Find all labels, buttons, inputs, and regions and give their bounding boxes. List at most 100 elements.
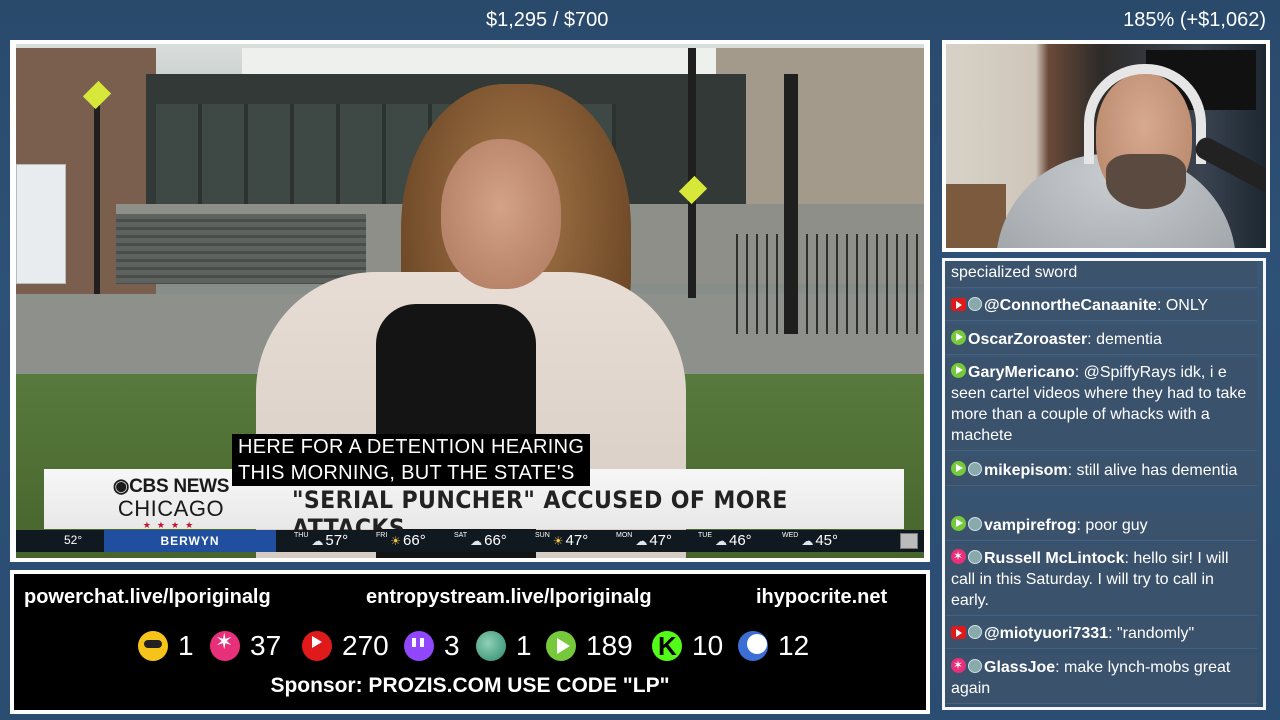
- forecast-day: WED ☁ 45°: [782, 532, 839, 549]
- reporter-face: [441, 139, 561, 289]
- kick-splat-icon: [210, 629, 240, 661]
- donation-goal: $1,295 / $700: [486, 9, 609, 31]
- station-icon: [900, 533, 918, 549]
- rumble-icon: [546, 631, 576, 661]
- rumble-icon: [951, 461, 966, 476]
- news-video[interactable]: ◉CBS NEWS CHICAGO ★★★★ "SERIAL PUNCHER" …: [16, 44, 924, 558]
- webcam-frame: [942, 40, 1270, 252]
- current-temp: 52°: [64, 533, 83, 547]
- chat-message: vampirefrog: poor guy: [945, 511, 1257, 541]
- viewer-stats: 1 37 270 3 1 189 10 12: [14, 626, 926, 666]
- chat-list[interactable]: specialized sword @ConnortheCanaanite: O…: [945, 261, 1263, 707]
- rumble-icon: [951, 330, 966, 345]
- forecast-day: SAT ☁ 66°: [454, 532, 507, 549]
- info-panel: powerchat.live/lporiginalg entropystream…: [10, 570, 930, 714]
- chat-message: GlassJoe: make lynch-mobs great again: [945, 653, 1257, 704]
- stat-rumble: 189: [546, 626, 633, 666]
- logo-line1: ◉CBS NEWS: [112, 476, 230, 497]
- chat-username[interactable]: mikepisom: [984, 462, 1068, 479]
- cloud-icon: ☁: [311, 534, 324, 548]
- chat-message: specialized sword: [945, 261, 1257, 288]
- chat-username[interactable]: Russell McLintock: [984, 550, 1124, 567]
- stat-youtube: 270: [302, 626, 389, 666]
- chat-text: specialized sword: [951, 264, 1078, 281]
- sign-pole: [94, 94, 100, 294]
- cloud-icon: ☁: [801, 534, 814, 548]
- info-panel-inner: powerchat.live/lporiginalg entropystream…: [14, 574, 926, 710]
- stat-moon: 12: [738, 626, 809, 666]
- chat-username[interactable]: vampirefrog: [984, 517, 1076, 534]
- goal-percent: 185% (+$1,062): [1123, 9, 1266, 31]
- weather-ticker: 52° BERWYN THU ☁ 57° FRI ☀ 66° SAT ☁ 66° SUN ☀ 4…: [16, 530, 924, 552]
- forecast-day: SUN ☀ 47°: [535, 532, 589, 549]
- ihypocrite-link[interactable]: ihypocrite.net: [756, 586, 887, 609]
- globe-icon: [476, 631, 506, 661]
- avatar: [968, 297, 982, 311]
- chat-message: mikepisom: still alive has dementia: [945, 456, 1257, 486]
- youtube-icon: [951, 626, 966, 639]
- cloud-icon: ☁: [470, 534, 483, 548]
- twitch-icon: [404, 631, 434, 661]
- cloud-icon: ☁: [715, 534, 727, 548]
- stat-globe: 1: [476, 626, 532, 666]
- chat-username[interactable]: GaryMericano: [968, 364, 1075, 381]
- kick-icon: [951, 546, 966, 567]
- sun-icon: ☀: [552, 534, 564, 548]
- chat-text: : still alive has dementia: [1067, 462, 1238, 479]
- stat-kick: 10: [652, 626, 723, 666]
- chat-username[interactable]: GlassJoe: [984, 659, 1055, 676]
- chat-username[interactable]: OscarZoroaster: [968, 331, 1087, 348]
- stat-twitch: 3: [404, 626, 460, 666]
- top-bar: $1,295 / $700 185% (+$1,062): [0, 0, 1280, 40]
- caption-line-2: THIS MORNING, BUT THE STATE'S: [238, 462, 575, 484]
- avatar: [968, 625, 982, 639]
- sponsor-text: Sponsor: PROZIS.COM USE CODE "LP": [270, 674, 670, 697]
- logo-line2: CHICAGO: [117, 496, 225, 521]
- cloud-icon: ☁: [635, 534, 648, 548]
- chat-text: : dementia: [1087, 331, 1162, 348]
- stat-among-us: 1: [138, 626, 194, 666]
- forecast-day: THU ☁ 57°: [294, 532, 349, 549]
- stairs: [116, 214, 366, 284]
- powerchat-link[interactable]: powerchat.live/lporiginalg: [24, 586, 271, 609]
- forecast-day: MON ☁ 47°: [616, 532, 673, 549]
- forecast-day: FRI ☀ 66°: [376, 532, 426, 549]
- youtube-icon: [951, 298, 966, 311]
- chat-username[interactable]: @ConnortheCanaanite: [984, 297, 1157, 314]
- kick-icon: [951, 655, 966, 676]
- chat-message: @miotyuori7331: "randomly": [945, 619, 1257, 649]
- fence: [736, 234, 924, 334]
- chat-message: Russell McLintock: hello sir! I will cal…: [945, 544, 1257, 616]
- youtube-icon: [302, 631, 332, 661]
- among-us-icon: [138, 631, 168, 661]
- post: [784, 74, 798, 334]
- chat-message: GaryMericano: @SpiffyRays idk, i e seen …: [945, 358, 1257, 451]
- news-video-frame[interactable]: ◉CBS NEWS CHICAGO ★★★★ "SERIAL PUNCHER" …: [10, 40, 930, 562]
- moon-icon: [738, 631, 768, 661]
- rumble-icon: [951, 516, 966, 531]
- sun-icon: ☀: [390, 534, 402, 548]
- caption-line-1: HERE FOR A DETENTION HEARING: [238, 436, 585, 458]
- closed-caption: HERE FOR A DETENTION HEARING THIS MORNIN…: [232, 434, 591, 486]
- avatar: [968, 517, 982, 531]
- forecast-day: TUE ☁ 46°: [698, 532, 752, 549]
- rumble-icon: [951, 363, 966, 378]
- light-pole: [688, 48, 696, 298]
- floor: [946, 184, 1006, 248]
- avatar: [968, 550, 982, 564]
- chat-message: OscarZoroaster: dementia: [945, 325, 1257, 355]
- kick-k-icon: [652, 631, 682, 661]
- cbs-news-chicago-logo: ◉CBS NEWS CHICAGO ★★★★: [96, 475, 246, 531]
- chat-message: @ConnortheCanaanite: ONLY: [945, 291, 1257, 321]
- webcam-feed: [946, 44, 1266, 248]
- chat-text: : ONLY: [1156, 297, 1209, 314]
- avatar: [968, 462, 982, 476]
- entropystream-link[interactable]: entropystream.live/lporiginalg: [366, 586, 652, 609]
- chat-panel[interactable]: specialized sword @ConnortheCanaanite: O…: [942, 258, 1266, 710]
- truck: [16, 164, 66, 284]
- stat-kick-splat: 37: [210, 626, 281, 666]
- chat-username[interactable]: @miotyuori7331: [984, 625, 1108, 642]
- weather-city: BERWYN: [104, 530, 276, 552]
- cbs-eye-icon: ◉: [112, 476, 130, 497]
- chat-text: : "randomly": [1108, 625, 1195, 642]
